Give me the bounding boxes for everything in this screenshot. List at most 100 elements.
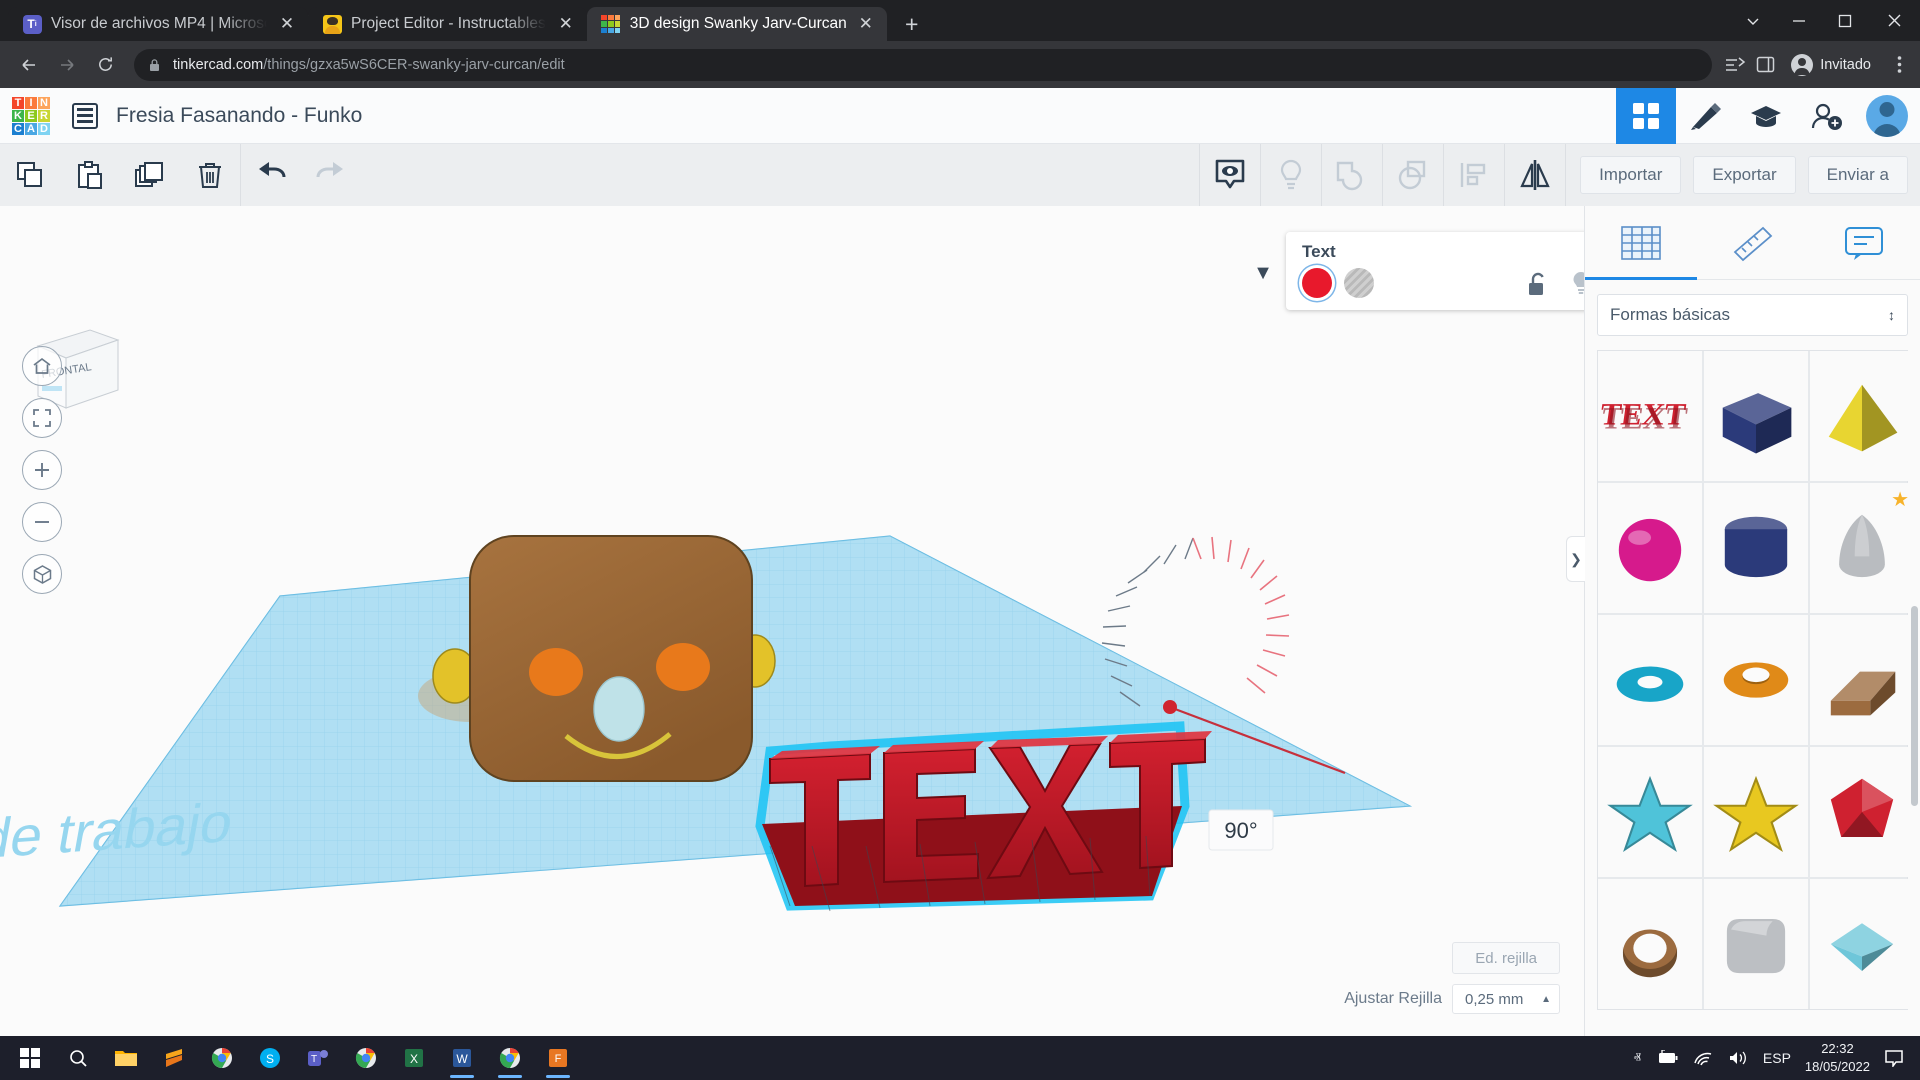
menu-icon[interactable]: [1891, 55, 1908, 74]
battery-charging-icon[interactable]: [1655, 1050, 1679, 1066]
shapes-tab[interactable]: [1585, 206, 1697, 280]
send-to-button[interactable]: Enviar a: [1808, 156, 1908, 194]
import-button[interactable]: Importar: [1580, 156, 1681, 194]
chevron-down-icon[interactable]: [1730, 0, 1776, 41]
sidepanel-icon[interactable]: [1756, 55, 1775, 74]
redo-icon[interactable]: [301, 144, 361, 206]
chrome-icon[interactable]: [342, 1036, 390, 1080]
box-shape[interactable]: [1704, 351, 1808, 481]
teams-icon[interactable]: T: [294, 1036, 342, 1080]
codeblocks-icon[interactable]: [1676, 88, 1736, 144]
favorite-star-icon[interactable]: ★: [1891, 487, 1909, 512]
cylinder-shape[interactable]: [1704, 483, 1808, 613]
ungroup-icon[interactable]: [1383, 144, 1443, 206]
export-button[interactable]: Exportar: [1693, 156, 1795, 194]
panel-scrollbar[interactable]: [1911, 606, 1918, 806]
properties-card: Text: [1286, 232, 1584, 310]
panel-collapse-handle[interactable]: ❯: [1566, 536, 1585, 582]
close-icon[interactable]: ✕: [276, 13, 298, 35]
pyramid-shape[interactable]: [1810, 351, 1914, 481]
minimize-button[interactable]: [1776, 0, 1822, 41]
diamond-shape[interactable]: [1810, 879, 1914, 1009]
address-bar[interactable]: tinkercad.com/things/gzxa5wS6CER-swanky-…: [134, 49, 1712, 81]
search-icon[interactable]: [54, 1036, 102, 1080]
browser-tab-2[interactable]: Project Editor - Instructables ✕: [308, 7, 587, 41]
system-tray: ⱏ ESP 22:32 18/05/2022: [1633, 1040, 1914, 1075]
tinkercad-logo[interactable]: TINKERCAD: [12, 97, 50, 135]
align-icon[interactable]: [1444, 144, 1504, 206]
language-indicator[interactable]: ESP: [1763, 1050, 1791, 1066]
project-list-icon[interactable]: [72, 103, 98, 129]
undo-icon[interactable]: [241, 144, 301, 206]
mirror-icon[interactable]: [1505, 144, 1565, 206]
svg-text:90°: 90°: [1224, 818, 1257, 843]
sublime-icon[interactable]: [150, 1036, 198, 1080]
paste-icon[interactable]: [60, 144, 120, 206]
notification-icon[interactable]: [1884, 1049, 1904, 1067]
invite-user-icon[interactable]: [1796, 88, 1856, 144]
cone-shape[interactable]: ★: [1810, 483, 1914, 613]
tutorials-icon[interactable]: [1736, 88, 1796, 144]
close-icon[interactable]: ✕: [555, 13, 577, 35]
chrome-icon[interactable]: [198, 1036, 246, 1080]
lightbulb-icon[interactable]: [1261, 144, 1321, 206]
sphere-shape[interactable]: [1598, 483, 1702, 613]
user-avatar[interactable]: [1866, 95, 1908, 137]
blocks-grid-icon[interactable]: [1616, 88, 1676, 144]
url-domain: tinkercad.com: [173, 57, 263, 73]
browser-tab-3[interactable]: 3D design Swanky Jarv-Curcan | T ✕: [587, 7, 887, 41]
browser-tab-1[interactable]: Ti Visor de archivos MP4 | Microsoft ✕: [8, 7, 308, 41]
tube-shape[interactable]: [1704, 615, 1808, 745]
rounded-cube-shape[interactable]: [1704, 879, 1808, 1009]
scene-3d[interactable]: ano de trabajo: [0, 206, 1584, 1036]
copy-icon[interactable]: [0, 144, 60, 206]
box-shape-thumbnail: [1704, 364, 1808, 468]
skype-icon[interactable]: S: [246, 1036, 294, 1080]
close-icon[interactable]: ✕: [855, 13, 877, 35]
clock[interactable]: 22:32 18/05/2022: [1805, 1040, 1870, 1075]
unlock-icon[interactable]: [1526, 271, 1548, 297]
chrome-icon[interactable]: [486, 1036, 534, 1080]
logo-tile-d: [615, 28, 621, 34]
close-button[interactable]: [1868, 0, 1920, 41]
folder-icon[interactable]: [102, 1036, 150, 1080]
chevron-up-icon[interactable]: ⱏ: [1633, 1050, 1640, 1067]
torus-shape[interactable]: [1598, 615, 1702, 745]
excel-icon[interactable]: X: [390, 1036, 438, 1080]
volume-icon[interactable]: [1727, 1050, 1749, 1066]
hide-show-icon[interactable]: [1200, 144, 1260, 206]
star-yellow-shape[interactable]: [1704, 747, 1808, 877]
shape-category-picker[interactable]: Formas básicas ↕: [1597, 294, 1908, 336]
back-button[interactable]: [12, 48, 46, 82]
group-icon[interactable]: [1322, 144, 1382, 206]
share-icon[interactable]: [1724, 55, 1746, 75]
forward-button[interactable]: [50, 48, 84, 82]
reload-button[interactable]: [88, 48, 122, 82]
edit-grid-button[interactable]: Ed. rejilla: [1452, 942, 1560, 974]
lightbulb-icon[interactable]: [1570, 270, 1584, 298]
snap-grid-select[interactable]: 0,25 mm ▲: [1452, 984, 1560, 1014]
star-blue-shape[interactable]: [1598, 747, 1702, 877]
hole-swatch[interactable]: [1344, 268, 1374, 298]
start-button[interactable]: [6, 1036, 54, 1080]
logo-tile-i: I: [25, 97, 37, 109]
solid-color-swatch[interactable]: [1302, 268, 1332, 298]
polyhedron-shape[interactable]: [1810, 747, 1914, 877]
new-tab-button[interactable]: +: [895, 7, 929, 41]
fusion-icon[interactable]: F: [534, 1036, 582, 1080]
design-canvas[interactable]: FRONTAL: [0, 206, 1584, 1036]
measure-tab[interactable]: [1697, 206, 1809, 280]
maximize-button[interactable]: [1822, 0, 1868, 41]
wifi-icon[interactable]: [1693, 1050, 1713, 1066]
duplicate-icon[interactable]: [120, 144, 180, 206]
ring-shape[interactable]: [1598, 879, 1702, 1009]
tinkercad-icon: [601, 14, 621, 34]
word-icon[interactable]: W: [438, 1036, 486, 1080]
lock-icon: [148, 58, 161, 72]
wedge-shape[interactable]: [1810, 615, 1914, 745]
collapse-caret-icon[interactable]: ▼: [1240, 232, 1286, 328]
notes-tab[interactable]: [1808, 206, 1920, 280]
profile-chip[interactable]: Invitado: [1785, 50, 1881, 80]
text-shape[interactable]: TEXTTEXT: [1598, 351, 1702, 481]
delete-icon[interactable]: [180, 144, 240, 206]
